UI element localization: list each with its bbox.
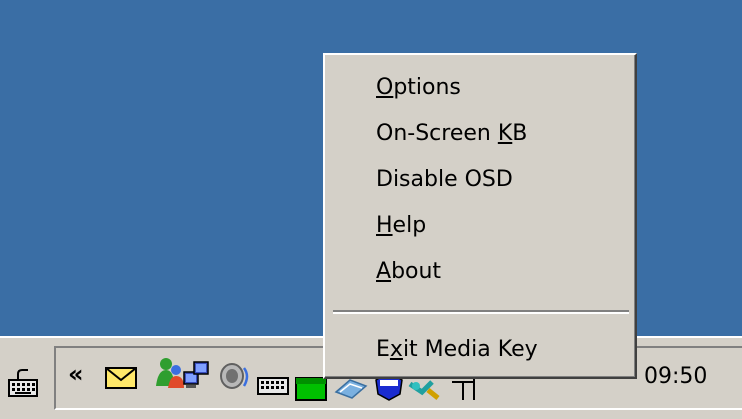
menu-item-disable-osd[interactable]: Disable OSD	[325, 157, 633, 203]
menu-item-on-screen-kb[interactable]: On-Screen KB	[325, 111, 633, 157]
mail-icon[interactable]	[104, 362, 138, 396]
keyboard-tray-icon[interactable]	[256, 370, 290, 404]
network-icon[interactable]	[180, 358, 214, 392]
menu-item-exit-media-key[interactable]: Exit Media Key	[325, 327, 633, 373]
volume-icon[interactable]	[218, 360, 252, 394]
clock[interactable]: 09:50	[644, 364, 707, 389]
menu-item-options[interactable]: Options	[325, 65, 633, 111]
context-menu: Options On-Screen KB Disable OSD Help Ab…	[323, 53, 637, 379]
menu-item-help[interactable]: Help	[325, 203, 633, 249]
keyboard-icon[interactable]	[8, 364, 38, 398]
show-hidden-icons-button[interactable]: «	[68, 362, 84, 386]
menu-separator	[333, 310, 629, 314]
menu-item-about[interactable]: About	[325, 249, 633, 295]
